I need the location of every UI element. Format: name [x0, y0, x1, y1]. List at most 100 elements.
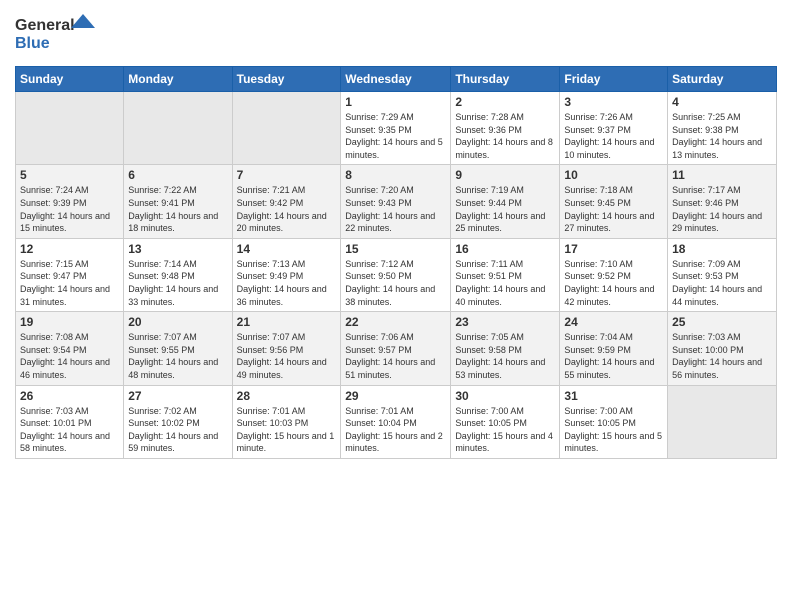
calendar-table: SundayMondayTuesdayWednesdayThursdayFrid…	[15, 66, 777, 459]
day-info: Sunrise: 7:18 AMSunset: 9:45 PMDaylight:…	[564, 184, 663, 234]
day-info: Sunrise: 7:22 AMSunset: 9:41 PMDaylight:…	[128, 184, 227, 234]
day-number: 31	[564, 389, 663, 403]
day-number: 13	[128, 242, 227, 256]
day-cell: 20 Sunrise: 7:07 AMSunset: 9:55 PMDayligh…	[124, 312, 232, 385]
day-number: 26	[20, 389, 119, 403]
day-cell: 8 Sunrise: 7:20 AMSunset: 9:43 PMDaylight…	[341, 165, 451, 238]
day-info: Sunrise: 7:13 AMSunset: 9:49 PMDaylight:…	[237, 258, 337, 308]
weekday-header-wednesday: Wednesday	[341, 67, 451, 92]
day-cell: 1 Sunrise: 7:29 AMSunset: 9:35 PMDaylight…	[341, 92, 451, 165]
weekday-header-row: SundayMondayTuesdayWednesdayThursdayFrid…	[16, 67, 777, 92]
day-cell	[668, 385, 777, 458]
week-row-2: 5Sunrise: 7:24 AMSunset: 9:39 PMDaylight…	[16, 165, 777, 238]
day-cell: 10 Sunrise: 7:18 AMSunset: 9:45 PMDayligh…	[560, 165, 668, 238]
day-number: 21	[237, 315, 337, 329]
day-cell: 6 Sunrise: 7:22 AMSunset: 9:41 PMDaylight…	[124, 165, 232, 238]
week-row-4: 19 Sunrise: 7:08 AMSunset: 9:54 PMDayligh…	[16, 312, 777, 385]
weekday-header-monday: Monday	[124, 67, 232, 92]
day-number: 12	[20, 242, 119, 256]
day-info: Sunrise: 7:25 AMSunset: 9:38 PMDaylight:…	[672, 111, 772, 161]
day-cell: 24 Sunrise: 7:04 AMSunset: 9:59 PMDayligh…	[560, 312, 668, 385]
day-number: 23	[455, 315, 555, 329]
day-cell: 9Sunrise: 7:19 AMSunset: 9:44 PMDaylight…	[451, 165, 560, 238]
day-info: Sunrise: 7:20 AMSunset: 9:43 PMDaylight:…	[345, 184, 446, 234]
day-info: Sunrise: 7:00 AMSunset: 10:05 PMDaylight…	[455, 405, 555, 455]
day-cell: 23 Sunrise: 7:05 AMSunset: 9:58 PMDayligh…	[451, 312, 560, 385]
calendar-page: GeneralBlue SundayMondayTuesdayWednesday…	[0, 0, 792, 474]
day-cell: 12 Sunrise: 7:15 AMSunset: 9:47 PMDayligh…	[16, 238, 124, 311]
day-info: Sunrise: 7:00 AMSunset: 10:05 PMDaylight…	[564, 405, 663, 455]
weekday-header-friday: Friday	[560, 67, 668, 92]
day-number: 19	[20, 315, 119, 329]
day-info: Sunrise: 7:01 AMSunset: 10:03 PMDaylight…	[237, 405, 337, 455]
day-number: 7	[237, 168, 337, 182]
day-number: 1	[345, 95, 446, 109]
day-info: Sunrise: 7:28 AMSunset: 9:36 PMDaylight:…	[455, 111, 555, 161]
day-cell: 11 Sunrise: 7:17 AMSunset: 9:46 PMDayligh…	[668, 165, 777, 238]
day-info: Sunrise: 7:03 AMSunset: 10:01 PMDaylight…	[20, 405, 119, 455]
day-number: 2	[455, 95, 555, 109]
day-info: Sunrise: 7:09 AMSunset: 9:53 PMDaylight:…	[672, 258, 772, 308]
day-info: Sunrise: 7:19 AMSunset: 9:44 PMDaylight:…	[455, 184, 555, 234]
day-cell: 2 Sunrise: 7:28 AMSunset: 9:36 PMDaylight…	[451, 92, 560, 165]
day-info: Sunrise: 7:06 AMSunset: 9:57 PMDaylight:…	[345, 331, 446, 381]
logo: GeneralBlue	[15, 10, 95, 58]
day-number: 14	[237, 242, 337, 256]
day-number: 20	[128, 315, 227, 329]
day-number: 8	[345, 168, 446, 182]
day-info: Sunrise: 7:04 AMSunset: 9:59 PMDaylight:…	[564, 331, 663, 381]
day-cell	[16, 92, 124, 165]
day-cell: 3 Sunrise: 7:26 AMSunset: 9:37 PMDaylight…	[560, 92, 668, 165]
day-cell: 22 Sunrise: 7:06 AMSunset: 9:57 PMDayligh…	[341, 312, 451, 385]
day-info: Sunrise: 7:12 AMSunset: 9:50 PMDaylight:…	[345, 258, 446, 308]
day-cell	[232, 92, 341, 165]
day-info: Sunrise: 7:15 AMSunset: 9:47 PMDaylight:…	[20, 258, 119, 308]
day-cell: 30 Sunrise: 7:00 AMSunset: 10:05 PMDaylig…	[451, 385, 560, 458]
day-info: Sunrise: 7:26 AMSunset: 9:37 PMDaylight:…	[564, 111, 663, 161]
day-cell: 19 Sunrise: 7:08 AMSunset: 9:54 PMDayligh…	[16, 312, 124, 385]
day-cell: 17 Sunrise: 7:10 AMSunset: 9:52 PMDayligh…	[560, 238, 668, 311]
svg-text:General: General	[15, 17, 75, 34]
week-row-5: 26 Sunrise: 7:03 AMSunset: 10:01 PMDaylig…	[16, 385, 777, 458]
day-number: 28	[237, 389, 337, 403]
day-cell: 28 Sunrise: 7:01 AMSunset: 10:03 PMDaylig…	[232, 385, 341, 458]
day-info: Sunrise: 7:08 AMSunset: 9:54 PMDaylight:…	[20, 331, 119, 381]
day-number: 27	[128, 389, 227, 403]
day-cell: 14 Sunrise: 7:13 AMSunset: 9:49 PMDayligh…	[232, 238, 341, 311]
day-cell	[124, 92, 232, 165]
weekday-header-thursday: Thursday	[451, 67, 560, 92]
day-info: Sunrise: 7:17 AMSunset: 9:46 PMDaylight:…	[672, 184, 772, 234]
header: GeneralBlue	[15, 10, 777, 58]
day-info: Sunrise: 7:05 AMSunset: 9:58 PMDaylight:…	[455, 331, 555, 381]
day-number: 25	[672, 315, 772, 329]
svg-text:Blue: Blue	[15, 35, 50, 52]
day-number: 11	[672, 168, 772, 182]
day-info: Sunrise: 7:07 AMSunset: 9:55 PMDaylight:…	[128, 331, 227, 381]
day-number: 18	[672, 242, 772, 256]
day-number: 3	[564, 95, 663, 109]
day-cell: 7Sunrise: 7:21 AMSunset: 9:42 PMDaylight…	[232, 165, 341, 238]
weekday-header-sunday: Sunday	[16, 67, 124, 92]
day-info: Sunrise: 7:03 AMSunset: 10:00 PMDaylight…	[672, 331, 772, 381]
day-cell: 16Sunrise: 7:11 AMSunset: 9:51 PMDayligh…	[451, 238, 560, 311]
day-info: Sunrise: 7:07 AMSunset: 9:56 PMDaylight:…	[237, 331, 337, 381]
day-cell: 13Sunrise: 7:14 AMSunset: 9:48 PMDayligh…	[124, 238, 232, 311]
logo-svg: GeneralBlue	[15, 10, 95, 58]
day-number: 16	[455, 242, 555, 256]
day-info: Sunrise: 7:24 AMSunset: 9:39 PMDaylight:…	[20, 184, 119, 234]
day-number: 29	[345, 389, 446, 403]
day-cell: 4 Sunrise: 7:25 AMSunset: 9:38 PMDaylight…	[668, 92, 777, 165]
day-cell: 29Sunrise: 7:01 AMSunset: 10:04 PMDaylig…	[341, 385, 451, 458]
day-number: 4	[672, 95, 772, 109]
week-row-1: 1 Sunrise: 7:29 AMSunset: 9:35 PMDaylight…	[16, 92, 777, 165]
day-info: Sunrise: 7:29 AMSunset: 9:35 PMDaylight:…	[345, 111, 446, 161]
weekday-header-saturday: Saturday	[668, 67, 777, 92]
day-number: 24	[564, 315, 663, 329]
day-number: 22	[345, 315, 446, 329]
day-number: 17	[564, 242, 663, 256]
day-cell: 27Sunrise: 7:02 AMSunset: 10:02 PMDaylig…	[124, 385, 232, 458]
day-number: 10	[564, 168, 663, 182]
day-number: 6	[128, 168, 227, 182]
day-info: Sunrise: 7:10 AMSunset: 9:52 PMDaylight:…	[564, 258, 663, 308]
day-number: 30	[455, 389, 555, 403]
